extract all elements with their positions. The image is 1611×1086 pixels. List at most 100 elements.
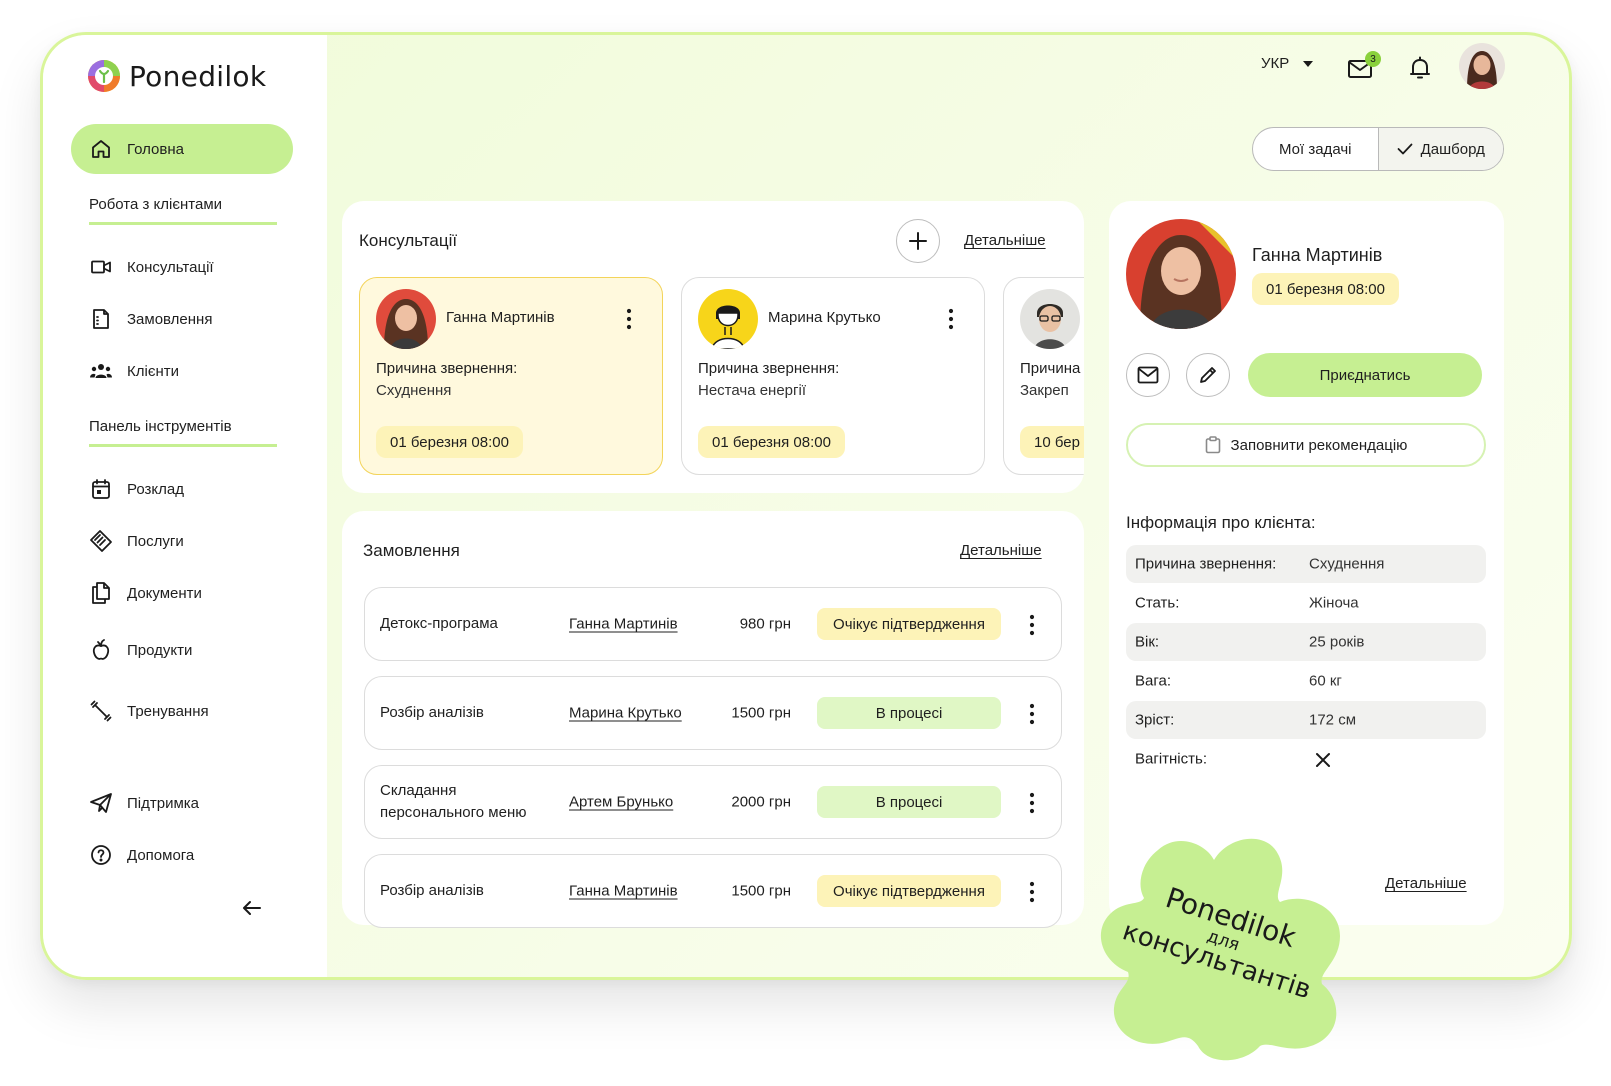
sidebar-item-clients[interactable]: Клієнти — [71, 346, 179, 396]
handshake-icon — [90, 530, 112, 552]
video-camera-icon — [91, 260, 111, 274]
order-client-link[interactable]: Марина Крутько — [569, 705, 682, 722]
orders-details-link[interactable]: Детальніше — [960, 542, 1042, 559]
info-label: Вік: — [1135, 633, 1160, 651]
sidebar-section-clients: Робота з клієнтами — [89, 196, 277, 225]
dumbbell-icon — [90, 700, 112, 722]
consultation-date-badge: 10 бер — [1020, 426, 1084, 458]
orders-title: Замовлення — [363, 541, 460, 560]
order-service: Розбір аналізів — [380, 882, 484, 899]
info-label: Вагітність: — [1135, 750, 1207, 768]
sidebar-item-documents[interactable]: Документи — [71, 568, 202, 618]
profile-client-name: Ганна Мартинів — [1252, 245, 1383, 265]
brand-name: Ponedilok — [129, 59, 267, 93]
reason-label: Причина звернення: — [1020, 360, 1084, 377]
plus-icon — [909, 232, 927, 250]
tab-my-tasks[interactable]: Мої задачі — [1253, 128, 1379, 170]
brand-logo[interactable]: Ponedilok — [87, 59, 266, 93]
order-service: Детокс-програма — [380, 615, 498, 632]
info-row: Вік: 25 років — [1126, 623, 1486, 661]
info-value: Схуднення — [1309, 555, 1385, 573]
fill-recommendation-button[interactable]: Заповнити рекомендацію — [1126, 423, 1486, 467]
consultation-card[interactable]: Марина Крутько Причина звернення: Нестач… — [681, 277, 985, 475]
paper-plane-icon — [90, 793, 112, 813]
sidebar-item-help[interactable]: Допомога — [71, 830, 194, 880]
sidebar-item-trainings[interactable]: Тренування — [71, 686, 209, 736]
table-row[interactable]: Складання персонального меню Артем Брунь… — [364, 765, 1062, 839]
sidebar-item-home[interactable]: Головна — [71, 124, 293, 174]
collapse-sidebar-arrow-icon[interactable] — [239, 895, 265, 921]
order-client-link[interactable]: Артем Брунько — [569, 794, 673, 811]
profile-details-link[interactable]: Детальніше — [1385, 875, 1467, 892]
sidebar-item-label: Документи — [127, 584, 202, 602]
cross-icon — [1316, 753, 1330, 767]
info-value: 172 см — [1309, 711, 1357, 729]
sidebar-item-label: Консультації — [127, 258, 214, 276]
consultation-card[interactable]: Причина звернення: Закреп 10 бер — [1003, 277, 1084, 475]
language-selector[interactable]: УКР — [1261, 55, 1314, 72]
users-group-icon — [90, 364, 112, 378]
tab-label: Дашборд — [1420, 140, 1485, 158]
language-label: УКР — [1261, 55, 1290, 72]
reason-label: Причина звернення: — [698, 360, 840, 377]
user-avatar[interactable] — [1459, 43, 1505, 89]
more-vertical-icon[interactable] — [1027, 703, 1037, 725]
consultations-details-link[interactable]: Детальніше — [964, 232, 1046, 249]
sidebar-section-tools: Панель інструментів — [89, 418, 277, 447]
checkmark-icon — [1397, 143, 1413, 155]
client-avatar-image — [376, 289, 436, 349]
logo-icon — [88, 60, 120, 92]
status-badge: Очікує підтвердження — [817, 608, 1001, 640]
more-vertical-icon[interactable] — [1027, 614, 1037, 636]
info-row: Стать: Жіноча — [1126, 584, 1486, 622]
tab-dashboard[interactable]: Дашборд — [1378, 128, 1503, 170]
client-profile-photo — [1126, 219, 1236, 329]
sidebar-item-consultations[interactable]: Консультації — [71, 242, 214, 292]
more-vertical-icon[interactable] — [624, 308, 634, 330]
consultations-card: Консультації Детальніше Ганна Мартинів П… — [342, 201, 1084, 493]
message-client-button[interactable] — [1126, 353, 1170, 397]
reason-value: Закреп — [1020, 382, 1069, 399]
view-toggle: Мої задачі Дашборд — [1252, 127, 1504, 171]
add-consultation-button[interactable] — [896, 219, 940, 263]
sidebar-item-products[interactable]: Продукти — [71, 625, 192, 675]
more-vertical-icon[interactable] — [1027, 881, 1037, 903]
order-client-link[interactable]: Ганна Мартинів — [569, 883, 678, 900]
user-avatar-image — [1459, 43, 1505, 89]
join-button[interactable]: Приєднатись — [1248, 353, 1482, 397]
sidebar-item-support[interactable]: Підтримка — [71, 778, 199, 828]
sidebar-item-label: Клієнти — [127, 362, 180, 380]
sidebar-item-schedule[interactable]: Розклад — [71, 464, 184, 514]
question-circle-icon — [91, 845, 111, 865]
sidebar-item-label: Послуги — [127, 532, 184, 550]
client-avatar-image — [698, 289, 758, 349]
consultation-card[interactable]: Ганна Мартинів Причина звернення: Схудне… — [359, 277, 663, 475]
table-row[interactable]: Розбір аналізів Марина Крутько 1500 грн … — [364, 676, 1062, 750]
bell-icon[interactable] — [1406, 54, 1434, 82]
info-row: Вага: 60 кг — [1126, 662, 1486, 700]
status-badge: В процесі — [817, 786, 1001, 818]
clipboard-icon — [1205, 436, 1220, 454]
info-row: Причина звернення: Схуднення — [1126, 545, 1486, 583]
more-vertical-icon[interactable] — [1027, 792, 1037, 814]
sidebar-item-services[interactable]: Послуги — [71, 516, 184, 566]
pencil-icon — [1200, 367, 1216, 383]
status-badge: Очікує підтвердження — [817, 875, 1001, 907]
sidebar-item-label: Тренування — [127, 702, 209, 720]
client-avatar — [698, 289, 758, 349]
edit-client-button[interactable] — [1186, 353, 1230, 397]
info-label: Вага: — [1135, 672, 1171, 690]
sidebar-item-orders[interactable]: Замовлення — [71, 294, 212, 344]
order-service: Складання персонального меню — [380, 782, 527, 821]
table-row[interactable]: Детокс-програма Ганна Мартинів 980 грн О… — [364, 587, 1062, 661]
consultations-title: Консультації — [359, 231, 458, 250]
order-client-link[interactable]: Ганна Мартинів — [569, 616, 678, 633]
profile-date-badge: 01 березня 08:00 — [1252, 273, 1399, 305]
sidebar: Ponedilok Головна Робота з клієнтами Кон… — [43, 35, 327, 977]
consultation-date-badge: 01 березня 08:00 — [376, 426, 523, 458]
info-label: Зріст: — [1135, 711, 1175, 729]
reason-value: Схуднення — [376, 382, 452, 399]
more-vertical-icon[interactable] — [946, 308, 956, 330]
table-row[interactable]: Розбір аналізів Ганна Мартинів 1500 грн … — [364, 854, 1062, 928]
calendar-icon — [92, 479, 110, 499]
